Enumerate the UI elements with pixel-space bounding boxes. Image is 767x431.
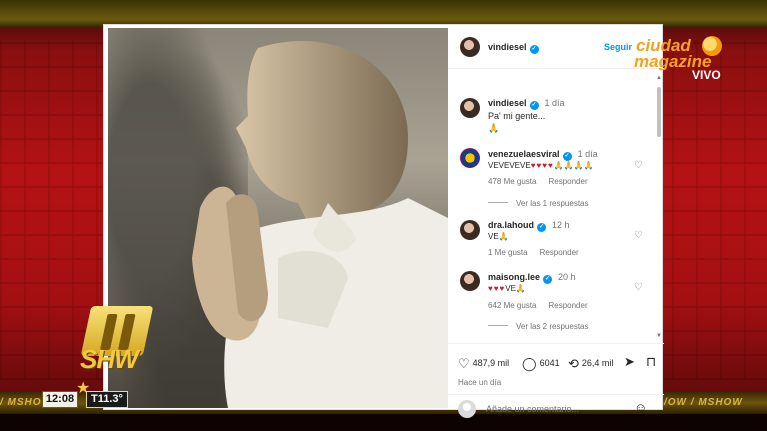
caption-username[interactable]: vindiesel ✓ 1 día (488, 98, 565, 110)
reply-button[interactable]: Responder (548, 301, 587, 310)
author-username[interactable]: vindiesel ✓ (488, 42, 539, 54)
reposts-count: 26,4 mil (581, 358, 614, 368)
comment-username-text[interactable]: dra.lahoud (488, 220, 534, 230)
current-user-avatar (458, 400, 476, 418)
heart-emojis: ♥♥♥ (488, 284, 506, 293)
emoji-icon[interactable]: ☺ (634, 400, 647, 415)
show-logo: SHW ★ (72, 304, 167, 397)
comment-text: VEVEVEVE♥♥♥♥🙏🙏🙏🙏 (488, 161, 594, 170)
comment-likes[interactable]: 478 Me gusta (488, 177, 536, 186)
comment-text: VE🙏 (488, 232, 509, 241)
temperature-display: T11.3° (86, 391, 128, 408)
author-name[interactable]: vindiesel (488, 42, 527, 52)
bookmark-action[interactable]: ⊓ (646, 354, 659, 370)
comment-time: 12 h (552, 220, 570, 230)
repost-action[interactable]: ⟲ 26,4 mil (568, 356, 613, 372)
comment-likes[interactable]: 642 Me gusta (488, 301, 536, 310)
comment-action[interactable]: ◯ 6041 (522, 356, 560, 372)
author-avatar[interactable] (460, 37, 480, 57)
comment-text: ♥♥♥VE🙏 (488, 284, 526, 293)
comment-username-text[interactable]: maisong.lee (488, 272, 540, 282)
view-replies-button[interactable]: Ver las 2 respuestas (488, 322, 588, 331)
like-action[interactable]: ♡ 487,9 mil (458, 356, 509, 372)
scroll-thumb[interactable] (657, 87, 661, 137)
comments-count: 6041 (539, 358, 560, 368)
clock-display: 12:08 (42, 391, 78, 408)
ticker-right-text: /OW / MSHOW (664, 397, 743, 408)
repost-icon[interactable]: ⟲ (568, 356, 579, 371)
comment-like-heart-icon[interactable]: ♡ (634, 230, 643, 241)
comment-meta: 478 Me gusta Responder (488, 177, 588, 186)
comment-username[interactable]: venezuelaesviral ✓ 1 día (488, 149, 598, 161)
scroll-down-arrow-icon[interactable]: ▼ (656, 333, 662, 339)
comments-scrollbar[interactable]: ▲ ▼ (656, 75, 662, 341)
comment-like-heart-icon[interactable]: ♡ (634, 282, 643, 293)
likes-count: 487,9 mil (472, 358, 510, 368)
comment-time: 1 día (577, 149, 598, 159)
post-actions: ♡ 487,9 mil ◯ 6041 ⟲ 26,4 mil ➤ ⊓ Hace un d… (448, 343, 664, 418)
comment-avatar[interactable] (460, 220, 480, 240)
instagram-post-card: vindiesel ✓ Seguir vindiesel ✓ 1 día Pa' mi… (103, 24, 664, 418)
comment-time: 20 h (558, 272, 576, 282)
comments-list: vindiesel ✓ 1 día Pa' mi gente... 🙏 venezu… (448, 70, 660, 342)
posted-ago: Hace un día (458, 378, 502, 387)
verified-badge-icon: ✓ (543, 275, 553, 284)
caption-text: Pa' mi gente... (488, 111, 546, 121)
reply-button[interactable]: Responder (548, 177, 587, 186)
live-badge: VIVO (692, 68, 721, 82)
heart-icon[interactable]: ♡ (458, 356, 470, 371)
comment-avatar[interactable] (460, 148, 480, 168)
comment-meta: 642 Me gusta Responder (488, 301, 588, 310)
comment-username[interactable]: dra.lahoud ✓ 12 h (488, 220, 570, 232)
verified-badge-icon: ✓ (529, 101, 539, 110)
pray-emojis: 🙏🙏🙏🙏 (553, 161, 594, 170)
comment-icon[interactable]: ◯ (522, 356, 537, 371)
comment-likes[interactable]: 1 Me gusta (488, 248, 528, 257)
heart-emojis: ♥♥♥♥ (530, 161, 554, 170)
share-icon[interactable]: ➤ (624, 354, 635, 369)
comment-like-heart-icon[interactable]: ♡ (634, 160, 643, 171)
comment-username[interactable]: maisong.lee ✓ 20 h (488, 272, 576, 284)
add-comment-input[interactable]: Añade un comentario... (486, 404, 579, 414)
comment-text-prefix: VEVEVEVE (488, 161, 531, 170)
verified-badge-icon: ✓ (537, 223, 547, 232)
caption-time: 1 día (544, 98, 565, 108)
verified-badge-icon: ✓ (562, 152, 572, 161)
show-logo-text: SHW (80, 344, 139, 374)
comment-username-text[interactable]: venezuelaesviral (488, 149, 560, 159)
view-replies-button[interactable]: Ver las 1 respuestas (488, 199, 588, 208)
comment-text-suffix: VE (505, 284, 516, 293)
comment-avatar[interactable] (460, 271, 480, 291)
comment-text-prefix: VE (488, 232, 499, 241)
comment-meta: 1 Me gusta Responder (488, 248, 579, 257)
caption-avatar[interactable] (460, 98, 480, 118)
follow-button[interactable]: Seguir (604, 42, 632, 52)
verified-badge-icon: ✓ (529, 45, 539, 54)
ciudad-magazine-logo: ciudad magazine VIVO (632, 36, 742, 86)
caption-username-text[interactable]: vindiesel (488, 98, 527, 108)
pray-emojis: 🙏 (515, 284, 526, 293)
share-action[interactable]: ➤ (624, 354, 638, 370)
caption-emoji: 🙏 (488, 123, 500, 133)
reply-button[interactable]: Responder (540, 248, 579, 257)
bookmark-icon[interactable]: ⊓ (646, 354, 656, 369)
pray-emojis: 🙏 (498, 232, 509, 241)
